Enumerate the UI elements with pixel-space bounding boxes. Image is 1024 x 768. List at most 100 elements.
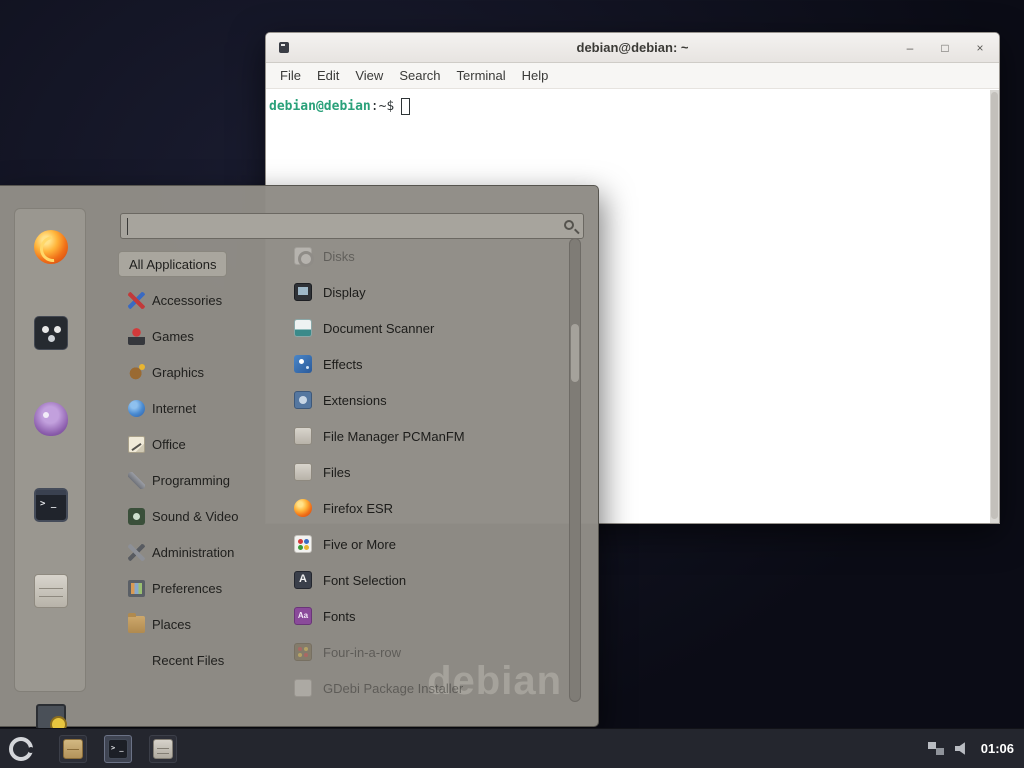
category-label: Office xyxy=(152,437,186,452)
app-label: Extensions xyxy=(323,393,387,408)
category-graphics[interactable]: Graphics xyxy=(118,354,214,390)
volume-icon[interactable] xyxy=(955,742,970,756)
category-sound-video[interactable]: Sound & Video xyxy=(118,498,249,534)
prompt-user: debian@debian xyxy=(269,99,371,114)
programming-icon xyxy=(128,472,145,489)
menu-view[interactable]: View xyxy=(347,68,391,83)
category-programming[interactable]: Programming xyxy=(118,462,240,498)
clock[interactable]: 01:06 xyxy=(981,741,1014,756)
category-office[interactable]: Office xyxy=(118,426,196,462)
pidgin-icon[interactable] xyxy=(34,402,68,436)
games-icon xyxy=(128,328,145,345)
category-games[interactable]: Games xyxy=(118,318,204,354)
category-all-applications[interactable]: All Applications xyxy=(118,251,227,277)
app-label: Font Selection xyxy=(323,573,406,588)
network-icon[interactable] xyxy=(928,742,944,755)
category-label: Recent Files xyxy=(152,653,224,668)
app-label: Effects xyxy=(323,357,363,372)
app-label: Fonts xyxy=(323,609,356,624)
disks-icon xyxy=(294,247,312,265)
app-label: Document Scanner xyxy=(323,321,434,336)
category-label: Sound & Video xyxy=(152,509,239,524)
app-fonts[interactable]: Fonts xyxy=(280,598,572,634)
app-disks[interactable]: Disks xyxy=(280,238,572,274)
application-menu: All Applications Accessories Games Graph… xyxy=(0,185,599,727)
taskbar-files-button[interactable] xyxy=(149,735,177,763)
search-icon xyxy=(564,220,574,230)
menu-logo-icon xyxy=(9,737,33,761)
search-bar xyxy=(120,213,584,239)
app-files[interactable]: Files xyxy=(280,454,572,490)
files-icon[interactable] xyxy=(34,574,68,608)
terminal-title: debian@debian: ~ xyxy=(266,33,999,63)
menu-file[interactable]: File xyxy=(272,68,309,83)
application-list: Disks Display Document Scanner Effects E… xyxy=(280,238,572,706)
graphics-icon xyxy=(128,364,145,381)
app-document-scanner[interactable]: Document Scanner xyxy=(280,310,572,346)
app-label: Four-in-a-row xyxy=(323,645,401,660)
prompt-path: :~$ xyxy=(371,99,394,114)
file-manager-icon xyxy=(63,739,83,759)
menu-button[interactable] xyxy=(0,729,42,768)
app-label: Files xyxy=(323,465,350,480)
terminal-icon[interactable] xyxy=(34,488,68,522)
terminal-titlebar[interactable]: debian@debian: ~ – □ × xyxy=(266,33,999,63)
category-label: Administration xyxy=(152,545,234,560)
four-in-a-row-icon xyxy=(294,643,312,661)
category-label: Games xyxy=(152,329,194,344)
app-firefox-esr[interactable]: Firefox ESR xyxy=(280,490,572,526)
search-input[interactable] xyxy=(121,214,583,238)
app-label: File Manager PCManFM xyxy=(323,429,465,444)
menu-help[interactable]: Help xyxy=(514,68,557,83)
file-cabinet-icon xyxy=(294,463,312,481)
close-button[interactable]: × xyxy=(973,41,987,55)
maximize-button[interactable]: □ xyxy=(938,41,952,55)
favorites-panel xyxy=(14,208,86,692)
category-preferences[interactable]: Preferences xyxy=(118,570,232,606)
menu-search[interactable]: Search xyxy=(391,68,448,83)
terminal-menubar: File Edit View Search Terminal Help xyxy=(266,63,999,89)
internet-icon xyxy=(128,400,145,417)
app-extensions[interactable]: Extensions xyxy=(280,382,572,418)
terminal-prompt: debian@debian:~$ xyxy=(266,90,999,115)
terminal-scrollbar[interactable] xyxy=(990,90,999,523)
apps-scrollbar-thumb[interactable] xyxy=(571,324,579,382)
minimize-button[interactable]: – xyxy=(903,41,917,55)
category-internet[interactable]: Internet xyxy=(118,390,206,426)
app-label: Five or More xyxy=(323,537,396,552)
accessories-icon xyxy=(128,292,145,309)
category-label: Programming xyxy=(152,473,230,488)
terminal-icon xyxy=(108,739,128,759)
scanner-icon xyxy=(294,319,312,337)
taskbar-terminal-button[interactable] xyxy=(104,735,132,763)
menu-edit[interactable]: Edit xyxy=(309,68,347,83)
app-font-selection[interactable]: Font Selection xyxy=(280,562,572,598)
app-five-or-more[interactable]: Five or More xyxy=(280,526,572,562)
file-cabinet-icon xyxy=(294,427,312,445)
category-administration[interactable]: Administration xyxy=(118,534,244,570)
files-icon xyxy=(153,739,173,759)
photos-icon[interactable] xyxy=(34,316,68,350)
terminal-scrollbar-thumb[interactable] xyxy=(991,92,998,519)
app-four-in-a-row[interactable]: Four-in-a-row xyxy=(280,634,572,670)
system-tray: 01:06 xyxy=(928,741,1024,756)
app-file-manager-pcmanfm[interactable]: File Manager PCManFM xyxy=(280,418,572,454)
font-selection-icon xyxy=(294,571,312,589)
places-icon xyxy=(128,616,145,633)
category-accessories[interactable]: Accessories xyxy=(118,282,232,318)
app-effects[interactable]: Effects xyxy=(280,346,572,382)
category-places[interactable]: Places xyxy=(118,606,201,642)
category-label: Accessories xyxy=(152,293,222,308)
firefox-icon[interactable] xyxy=(34,230,68,264)
gdebi-icon xyxy=(294,679,312,697)
app-label: Display xyxy=(323,285,366,300)
office-icon xyxy=(128,436,145,453)
app-gdebi-package-installer[interactable]: GDebi Package Installer xyxy=(280,670,572,706)
taskbar-file-manager-button[interactable] xyxy=(59,735,87,763)
administration-icon xyxy=(128,544,145,561)
app-display[interactable]: Display xyxy=(280,274,572,310)
empty-icon xyxy=(128,652,145,669)
menu-terminal[interactable]: Terminal xyxy=(449,68,514,83)
category-recent-files[interactable]: Recent Files xyxy=(118,642,234,678)
effects-icon xyxy=(294,355,312,373)
